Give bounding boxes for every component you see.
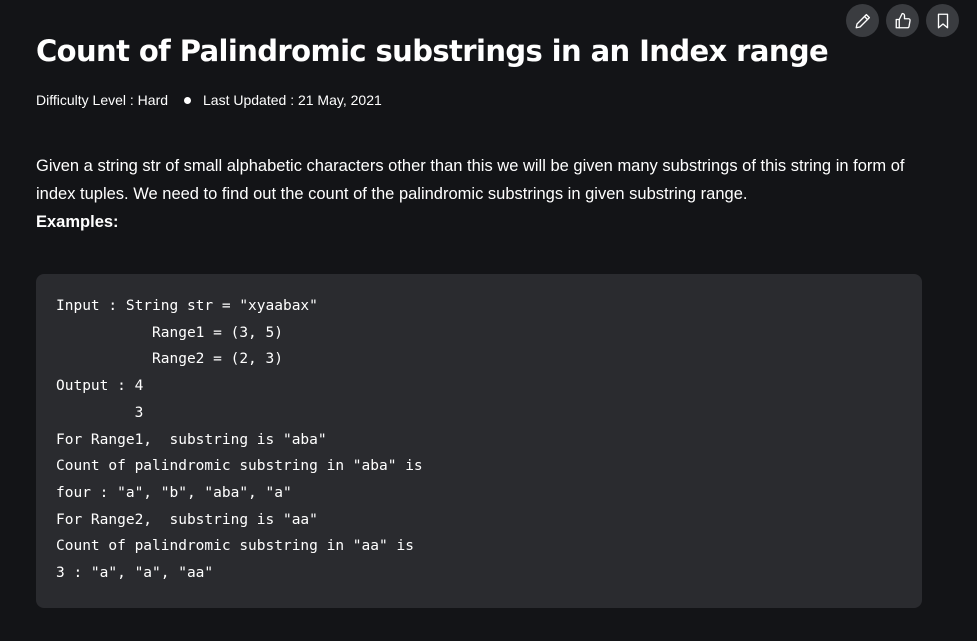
- last-updated: Last Updated : 21 May, 2021: [203, 92, 382, 108]
- example-code-block: Input : String str = "xyaabax" Range1 = …: [36, 274, 922, 608]
- separator-dot: [184, 96, 192, 104]
- edit-button[interactable]: [846, 4, 879, 37]
- page-title: Count of Palindromic substrings in an In…: [36, 34, 829, 68]
- difficulty-level: Difficulty Level : Hard: [36, 92, 169, 108]
- problem-description: Given a string str of small alphabetic c…: [36, 152, 916, 236]
- bookmark-icon: [937, 13, 948, 28]
- thumbs-up-icon: [895, 12, 911, 28]
- code-text: Input : String str = "xyaabax" Range1 = …: [56, 298, 423, 582]
- article-meta: Difficulty Level : Hard Last Updated : 2…: [36, 90, 382, 110]
- like-button[interactable]: [886, 4, 919, 37]
- examples-label: Examples:: [36, 213, 119, 231]
- article-actions: [846, 4, 959, 37]
- description-text: Given a string str of small alphabetic c…: [36, 157, 905, 203]
- bookmark-button[interactable]: [926, 4, 959, 37]
- pencil-icon: [855, 13, 870, 28]
